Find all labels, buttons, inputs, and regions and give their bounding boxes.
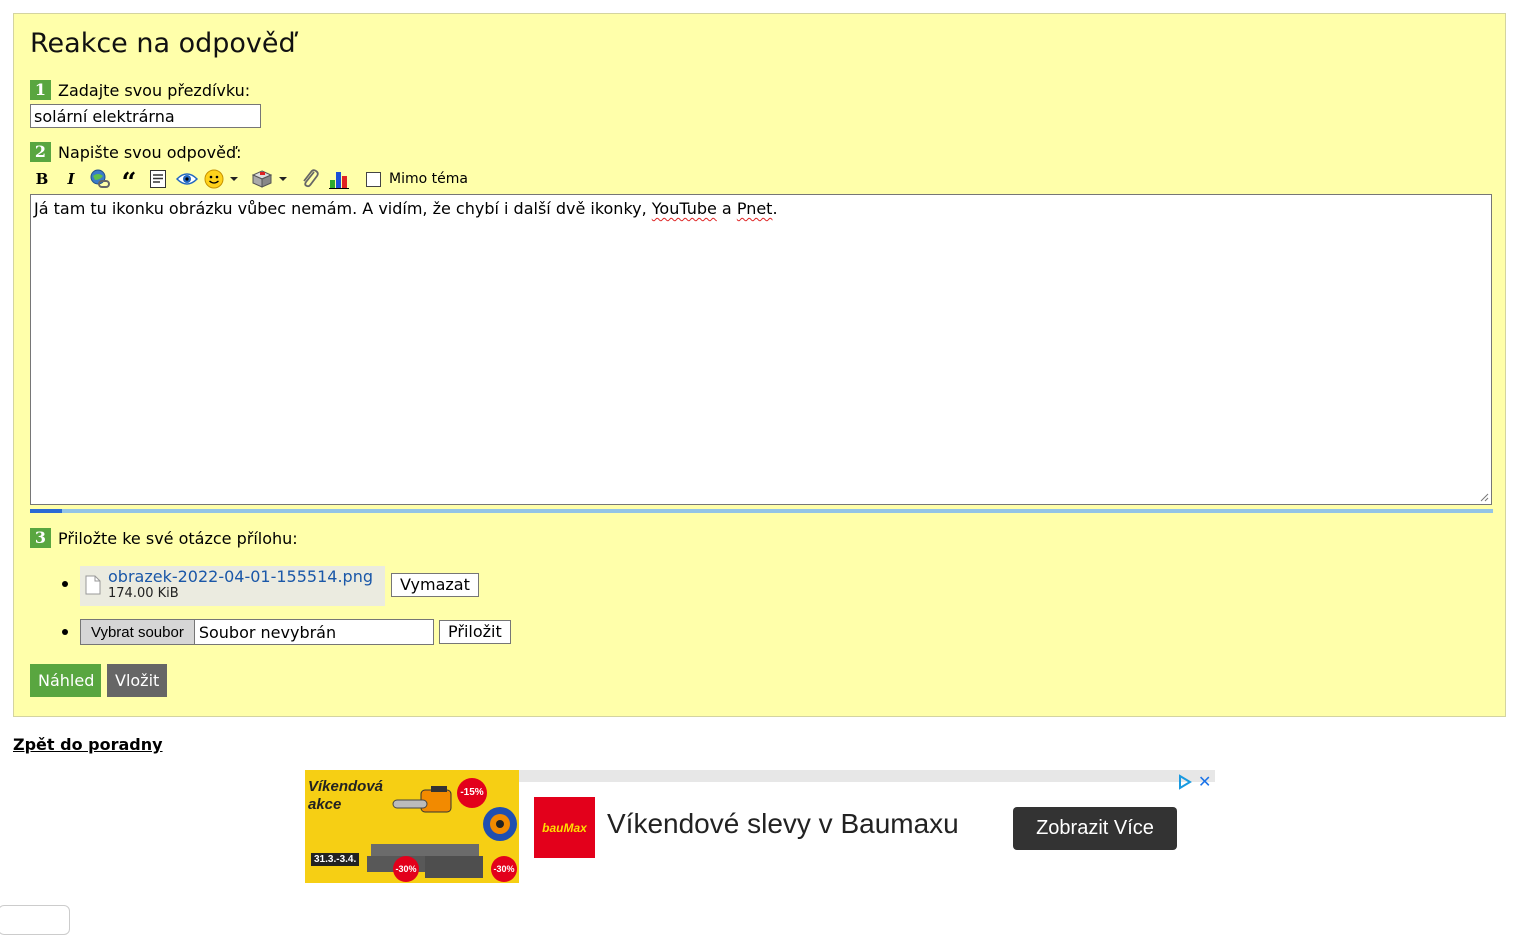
spellcheck-word-pnet: Pnet — [736, 199, 773, 218]
ad-card[interactable]: bauMax Víkendové slevy v Baumaxu Zobrazi… — [519, 782, 1215, 883]
page-title: Reakce na odpověď — [30, 28, 296, 59]
back-to-forum-link[interactable]: Zpět do poradny — [13, 735, 163, 754]
list-bullet — [62, 629, 68, 635]
attachment-info: obrazek-2022-04-01-155514.png 174.00 KiB — [108, 566, 373, 601]
resize-grip-icon[interactable] — [1480, 493, 1489, 502]
chevron-down-icon — [279, 177, 287, 181]
smiley-dropdown[interactable] — [204, 167, 244, 191]
bold-icon[interactable]: B — [30, 167, 54, 191]
upload-progress-bar — [30, 509, 1493, 513]
offtopic-label: Mimo téma — [389, 171, 468, 187]
italic-glyph: I — [67, 170, 75, 188]
ad-badge-30: -30% — [491, 856, 517, 882]
submit-button[interactable]: Vložit — [107, 664, 167, 697]
embed-box-icon — [251, 170, 273, 188]
answer-text-part: . — [772, 199, 778, 218]
choose-file-button[interactable]: Vybrat soubor — [81, 620, 195, 644]
embed-dropdown[interactable] — [251, 167, 291, 191]
nickname-label: Zadajte svou přezdívku: — [58, 80, 251, 100]
answer-label: Napište svou odpověď: — [58, 142, 242, 162]
step-number-2: 2 — [30, 142, 51, 162]
attachment-file-size: 174.00 KiB — [108, 586, 179, 601]
ad-headline[interactable]: Víkendové slevy v Baumaxu — [607, 808, 959, 840]
ad-image-date: 31.3.-3.4. — [311, 853, 360, 866]
chevron-down-icon — [230, 177, 238, 181]
ad-image-title: Víkendová akce — [308, 778, 384, 813]
answer-text: Já tam tu ikonku obrázku vůbec nemám. A … — [34, 198, 1488, 220]
attachment-clip-icon[interactable] — [298, 167, 322, 191]
nickname-input[interactable] — [30, 104, 261, 128]
spellcheck-word-youtube: YouTube — [651, 199, 717, 218]
sofa-product-icon — [367, 844, 483, 878]
step-number-1: 1 — [30, 80, 51, 100]
adchoices-icon[interactable] — [1177, 774, 1193, 790]
cable-reel-product-icon — [483, 807, 517, 841]
answer-text-part: Já tam tu ikonku obrázku vůbec nemám. A … — [34, 199, 652, 218]
no-file-label: Soubor nevybrán — [198, 622, 337, 642]
reply-form-panel: Reakce na odpověď 1 Zadajte svou přezdív… — [13, 13, 1506, 717]
file-icon — [85, 575, 101, 595]
attach-file-button[interactable]: Přiložit — [439, 620, 511, 644]
attachment-label: Přiložte ke své otázce přílohu: — [58, 528, 298, 548]
editor-toolbar: B I “ Mimo téma — [30, 166, 468, 198]
baumax-logo-text: bauMax — [542, 820, 587, 835]
ad-image[interactable]: Víkendová akce -15% 31.3.-3.4. -30% -30% — [305, 770, 519, 883]
preview-button[interactable]: Náhled — [30, 664, 101, 697]
attachment-file-link[interactable]: obrazek-2022-04-01-155514.png — [108, 567, 373, 586]
ad-cta-button[interactable]: Zobrazit Více — [1013, 807, 1177, 850]
baumax-logo: bauMax — [534, 797, 595, 858]
link-icon[interactable] — [88, 167, 112, 191]
scroll-to-top-button[interactable] — [0, 905, 70, 935]
code-icon[interactable] — [146, 167, 170, 191]
quote-icon[interactable]: “ — [117, 167, 141, 198]
attachment-item: obrazek-2022-04-01-155514.png 174.00 KiB — [80, 566, 385, 606]
offtopic-checkbox[interactable]: Mimo téma — [366, 171, 468, 187]
poll-chart-icon[interactable] — [327, 167, 351, 191]
upload-progress-fill — [30, 509, 63, 513]
ad-close-icon[interactable]: ✕ — [1198, 772, 1211, 791]
step-1-row: 1 Zadajte svou přezdívku: — [30, 80, 250, 100]
ad-badge-30: -30% — [393, 856, 419, 882]
bold-glyph: B — [35, 170, 49, 188]
remove-attachment-button[interactable]: Vymazat — [391, 573, 479, 597]
quote-glyph: “ — [121, 168, 137, 198]
step-3-row: 3 Přiložte ke své otázce přílohu: — [30, 528, 298, 548]
chainsaw-product-icon — [392, 786, 452, 813]
answer-text-part: a — [716, 199, 737, 218]
checkbox-square[interactable] — [366, 171, 381, 187]
list-bullet — [62, 581, 68, 587]
answer-textarea[interactable]: Já tam tu ikonku obrázku vůbec nemám. A … — [30, 194, 1492, 505]
step-number-3: 3 — [30, 528, 51, 548]
smiley-icon — [204, 169, 224, 189]
italic-icon[interactable]: I — [59, 167, 83, 191]
advertisement-banner[interactable]: Víkendová akce -15% 31.3.-3.4. -30% -30%… — [305, 770, 1215, 883]
step-2-row: 2 Napište svou odpověď: — [30, 142, 241, 162]
spoiler-eye-icon[interactable] — [175, 167, 199, 191]
file-input[interactable]: Vybrat soubor Soubor nevybrán — [80, 619, 434, 645]
